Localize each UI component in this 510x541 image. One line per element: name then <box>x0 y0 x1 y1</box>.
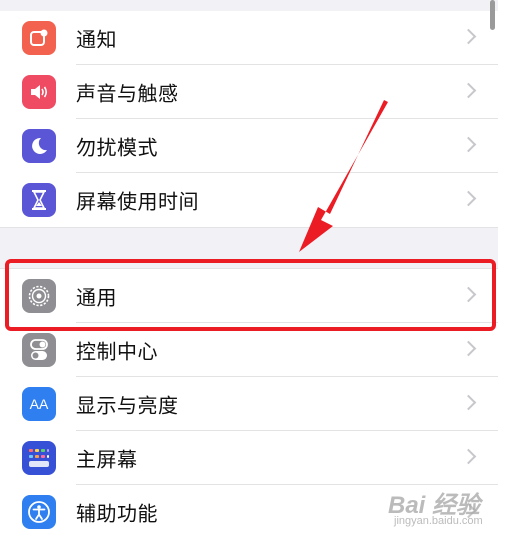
watermark-url: jingyan.baidu.com <box>394 515 483 527</box>
watermark: Bai 经验 jingyan.baidu.com <box>388 485 500 535</box>
annotation-arrow <box>299 100 388 252</box>
